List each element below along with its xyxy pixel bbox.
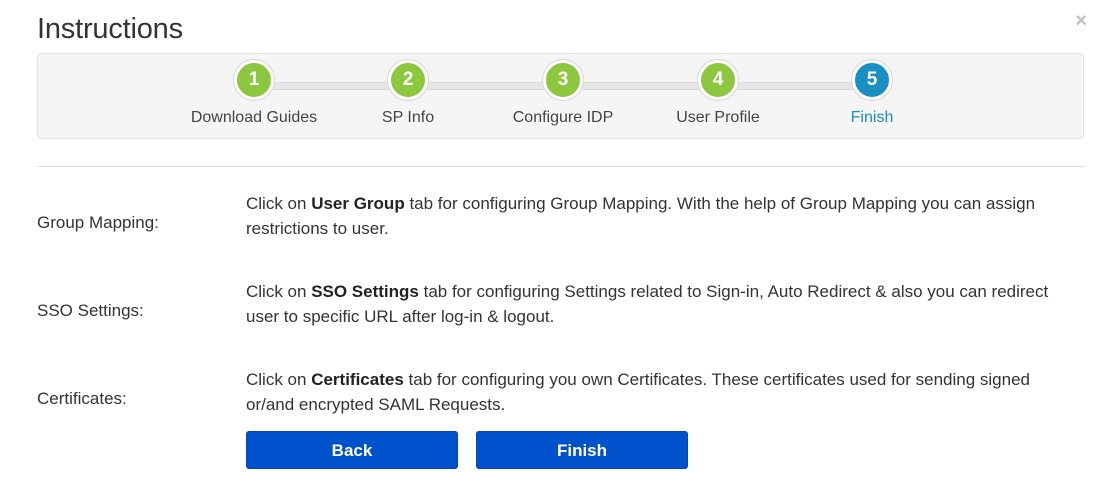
sso-settings-label: SSO Settings:: [37, 301, 144, 320]
wizard-progress: 1 Download Guides 2 SP Info 3 Configure …: [37, 53, 1084, 139]
step-number-badge: 1: [234, 60, 274, 100]
tab-name-highlight: User Group: [311, 194, 405, 213]
step-number-badge: 3: [543, 60, 583, 100]
tab-name-highlight: SSO Settings: [311, 282, 419, 301]
description-text: Click on: [246, 282, 312, 301]
wizard-step-finish[interactable]: 5 Finish: [802, 60, 942, 127]
description-text: Click on: [246, 370, 312, 389]
certificates-description: Click on Certificates tab for configurin…: [246, 367, 1076, 417]
description-text: Click on: [246, 194, 312, 213]
step-label: SP Info: [381, 109, 435, 126]
back-button[interactable]: Back: [246, 431, 458, 469]
wizard-step-sp-info[interactable]: 2 SP Info: [338, 60, 478, 127]
sso-settings-description: Click on SSO Settings tab for configurin…: [246, 279, 1076, 329]
wizard-step-download-guides[interactable]: 1 Download Guides: [184, 60, 324, 127]
step-number-badge: 4: [698, 60, 738, 100]
wizard-step-user-profile[interactable]: 4 User Profile: [648, 60, 788, 127]
dialog-title: Instructions: [37, 13, 183, 45]
step-label: Download Guides: [190, 109, 318, 126]
group-mapping-description: Click on User Group tab for configuring …: [246, 191, 1076, 241]
instructions-dialog: Instructions × 1 Download Guides 2 SP In…: [0, 0, 1107, 488]
group-mapping-label: Group Mapping:: [37, 213, 159, 232]
finish-button[interactable]: Finish: [476, 431, 688, 469]
step-label: User Profile: [676, 109, 760, 126]
step-label: Finish: [850, 109, 894, 126]
tab-name-highlight: Certificates: [311, 370, 404, 389]
step-number-badge: 5: [852, 60, 892, 100]
close-icon[interactable]: ×: [1075, 11, 1087, 31]
section-divider: [37, 166, 1085, 167]
wizard-step-configure-idp[interactable]: 3 Configure IDP: [493, 60, 633, 127]
step-number-badge: 2: [388, 60, 428, 100]
certificates-label: Certificates:: [37, 389, 127, 408]
step-label: Configure IDP: [512, 109, 614, 126]
